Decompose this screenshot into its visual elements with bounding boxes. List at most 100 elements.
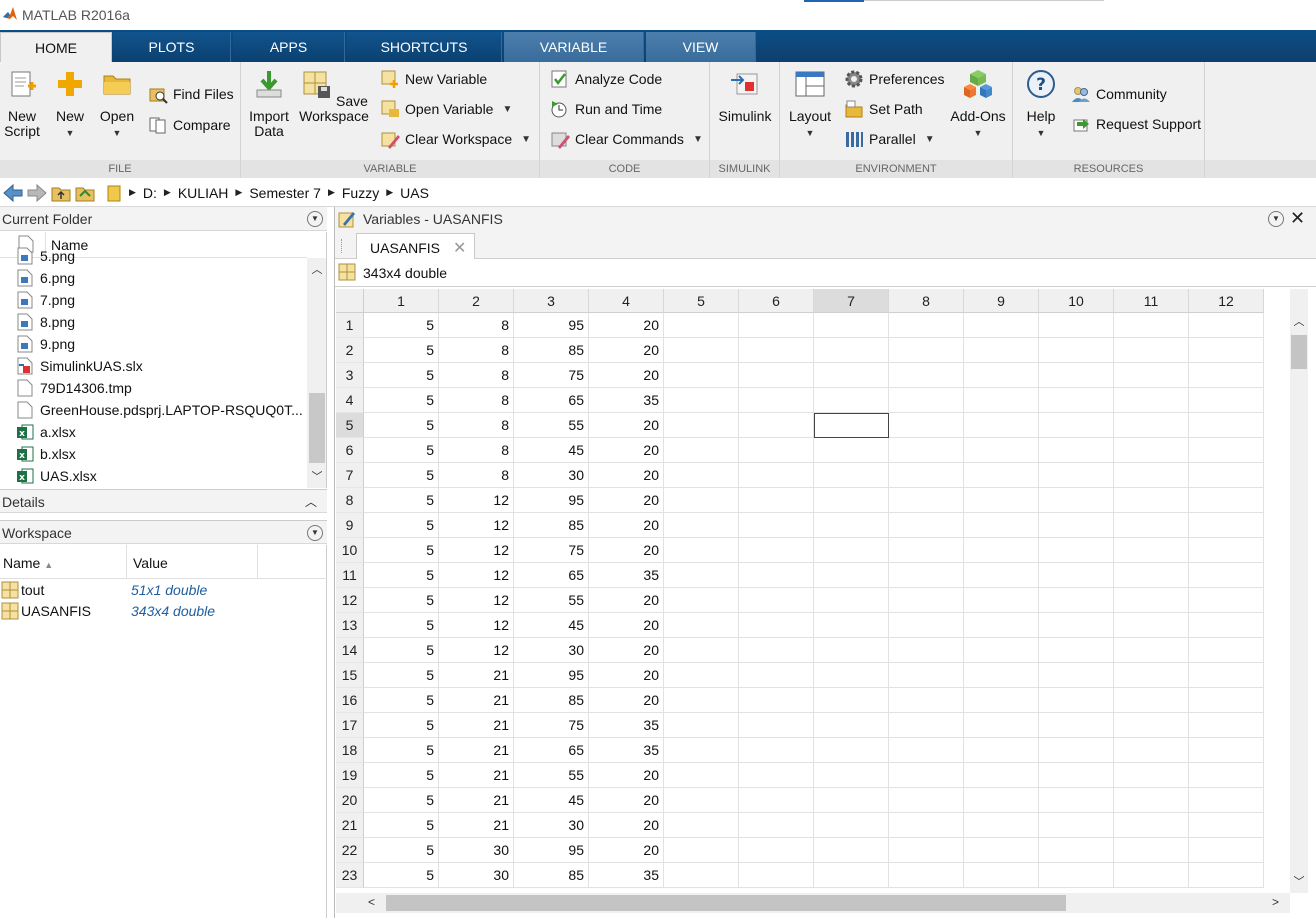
grid-cell[interactable] <box>814 763 889 788</box>
grid-cell[interactable]: 12 <box>439 513 514 538</box>
grid-cell[interactable] <box>814 313 889 338</box>
file-list-item[interactable]: 7.png <box>16 289 75 311</box>
grid-cell[interactable]: 5 <box>364 713 439 738</box>
grid-cell[interactable]: 30 <box>514 813 589 838</box>
row-header[interactable]: 9 <box>336 513 364 538</box>
workspace-variable-row[interactable]: tout 51x1 double <box>0 580 327 601</box>
grid-cell[interactable]: 5 <box>364 788 439 813</box>
analyze-code-button[interactable]: Analyze Code <box>550 68 662 90</box>
grid-cell[interactable]: 5 <box>364 338 439 363</box>
grid-cell[interactable] <box>1039 738 1114 763</box>
tab-shortcuts[interactable]: SHORTCUTS <box>347 32 502 62</box>
grid-cell[interactable]: 21 <box>439 663 514 688</box>
grid-cell[interactable] <box>814 588 889 613</box>
row-header[interactable]: 1 <box>336 313 364 338</box>
grid-cell[interactable] <box>1114 313 1189 338</box>
grid-cell[interactable] <box>964 338 1039 363</box>
grid-cell[interactable] <box>739 588 814 613</box>
file-list-item[interactable]: GreenHouse.pdsprj.LAPTOP-RSQUQ0T... <box>16 399 303 421</box>
grid-cell[interactable] <box>739 838 814 863</box>
grid-cell[interactable] <box>1114 788 1189 813</box>
file-list-scrollbar[interactable]: ︿ ﹀ <box>307 258 326 488</box>
grid-cell[interactable] <box>964 713 1039 738</box>
grid-cell[interactable] <box>964 438 1039 463</box>
column-header[interactable]: 7 <box>814 289 889 313</box>
grid-cell[interactable]: 5 <box>364 363 439 388</box>
grid-cell[interactable] <box>1189 563 1264 588</box>
compare-button[interactable]: Compare <box>148 114 231 136</box>
grid-cell[interactable] <box>814 638 889 663</box>
grid-cell[interactable]: 12 <box>439 588 514 613</box>
row-header[interactable]: 13 <box>336 613 364 638</box>
grid-cell[interactable]: 45 <box>514 788 589 813</box>
row-header[interactable]: 7 <box>336 463 364 488</box>
grid-cell[interactable] <box>739 413 814 438</box>
file-list-item[interactable]: 5.png <box>16 245 75 267</box>
grid-cell[interactable] <box>814 513 889 538</box>
grid-cell[interactable]: 35 <box>589 388 664 413</box>
column-header[interactable]: 5 <box>664 289 739 313</box>
grid-cell[interactable] <box>664 338 739 363</box>
tab-uasanfis[interactable]: UASANFIS ✕ <box>356 233 475 260</box>
grid-cell[interactable] <box>664 463 739 488</box>
column-header[interactable]: 9 <box>964 289 1039 313</box>
grid-cell[interactable]: 8 <box>439 388 514 413</box>
grid-cell[interactable] <box>739 463 814 488</box>
grid-cell[interactable] <box>1039 788 1114 813</box>
grid-cell[interactable]: 95 <box>514 488 589 513</box>
help-button[interactable]: ? Help ▼ <box>1021 68 1061 141</box>
grid-cell[interactable] <box>739 563 814 588</box>
simulink-button[interactable]: Simulink <box>714 68 776 124</box>
row-header[interactable]: 2 <box>336 338 364 363</box>
grid-cell[interactable] <box>889 663 964 688</box>
layout-dropdown-arrow-icon[interactable]: ▼ <box>786 126 834 141</box>
row-header[interactable]: 5 <box>336 413 364 438</box>
grid-cell[interactable]: 75 <box>514 363 589 388</box>
tab-variable[interactable]: VARIABLE <box>504 32 644 62</box>
grid-cell[interactable] <box>739 663 814 688</box>
grid-cell[interactable] <box>1189 538 1264 563</box>
clear-workspace-dropdown-icon[interactable]: ▼ <box>521 134 531 145</box>
grid-cell[interactable] <box>814 838 889 863</box>
grid-cell[interactable]: 5 <box>364 438 439 463</box>
grid-cell[interactable] <box>1039 538 1114 563</box>
grid-cell[interactable] <box>814 663 889 688</box>
grid-cell[interactable]: 5 <box>364 663 439 688</box>
grid-cell[interactable] <box>664 513 739 538</box>
file-list-item[interactable]: 79D14306.tmp <box>16 377 132 399</box>
grid-cell[interactable] <box>1189 638 1264 663</box>
import-data-button[interactable]: Import Data <box>247 68 291 139</box>
grid-cell[interactable] <box>889 338 964 363</box>
grid-cell[interactable] <box>739 613 814 638</box>
grid-cell[interactable] <box>964 688 1039 713</box>
grid-cell[interactable] <box>1114 413 1189 438</box>
request-support-button[interactable]: Request Support <box>1071 113 1201 135</box>
grid-cell[interactable] <box>664 863 739 888</box>
parallel-dropdown-icon[interactable]: ▼ <box>925 134 935 145</box>
grid-cell[interactable]: 85 <box>514 513 589 538</box>
grid-cell[interactable] <box>889 863 964 888</box>
grid-cell[interactable] <box>1039 513 1114 538</box>
panel-menu-icon[interactable]: ▼ <box>307 525 323 541</box>
open-variable-dropdown-icon[interactable]: ▼ <box>502 104 512 115</box>
grid-cell[interactable] <box>1189 488 1264 513</box>
grid-cell[interactable] <box>739 438 814 463</box>
grid-cell[interactable]: 5 <box>364 538 439 563</box>
open-variable-button[interactable]: Open Variable ▼ <box>380 98 512 120</box>
grid-cell[interactable] <box>664 838 739 863</box>
scroll-down-arrow-icon[interactable]: ﹀ <box>1290 873 1308 891</box>
grid-cell[interactable]: 5 <box>364 613 439 638</box>
grid-cell[interactable]: 35 <box>589 738 664 763</box>
grid-cell[interactable] <box>1114 763 1189 788</box>
grid-cell[interactable]: 12 <box>439 563 514 588</box>
breadcrumb-fuzzy[interactable]: Fuzzy <box>342 185 379 201</box>
grid-cell[interactable] <box>1189 413 1264 438</box>
grid-cell[interactable] <box>964 463 1039 488</box>
grid-cell[interactable] <box>739 538 814 563</box>
grid-cell[interactable]: 30 <box>514 638 589 663</box>
file-list-item[interactable]: 9.png <box>16 333 75 355</box>
details-collapse-icon[interactable]: ︿ <box>305 490 317 514</box>
grid-cell[interactable] <box>814 363 889 388</box>
grid-cell[interactable]: 20 <box>589 838 664 863</box>
grid-cell[interactable] <box>1189 513 1264 538</box>
